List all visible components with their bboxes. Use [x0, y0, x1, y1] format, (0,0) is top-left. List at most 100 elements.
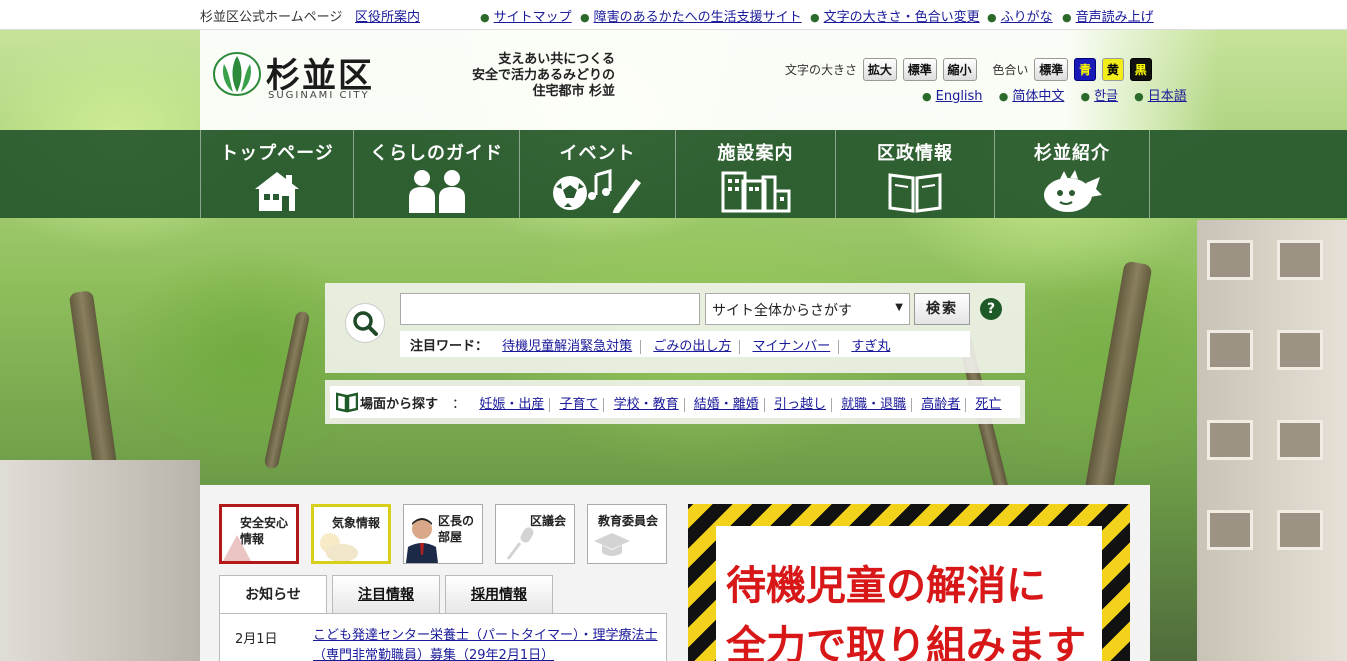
news-link[interactable]: こども発達センター栄養士（パートタイマー）・理学療法士（専門非常勤職員）募集（2…: [313, 626, 658, 661]
nav-living-guide[interactable]: くらしのガイド: [353, 130, 519, 218]
search-icon: [353, 311, 378, 336]
microphone-icon: [506, 527, 534, 560]
scene-link[interactable]: 結婚・離婚: [694, 397, 759, 412]
tab-featured[interactable]: 注目情報: [332, 575, 440, 615]
color-standard-button[interactable]: 標準: [1034, 58, 1069, 81]
banner-panel: 待機児童の解消に 全力で取り組みます: [716, 526, 1102, 661]
building-right: [1197, 220, 1347, 661]
scene-link[interactable]: 引っ越し: [774, 397, 826, 412]
nav-facilities[interactable]: 施設案内: [675, 130, 835, 218]
lang-korean-link[interactable]: 한글: [1094, 89, 1118, 104]
divider: [911, 397, 913, 412]
display-settings: 文字の大きさ 拡大 標準 縮小 色合い 標準 青 黄 黒: [785, 58, 1152, 81]
help-icon[interactable]: ?: [980, 298, 1002, 320]
search-input[interactable]: [400, 293, 700, 325]
global-nav: トップページ くらしのガイド イベント 施設案内 区政情報 杉並紹介: [0, 130, 1347, 218]
slogan-line: 住宅都市 杉並: [532, 84, 615, 99]
color-black-button[interactable]: 黒: [1129, 58, 1152, 81]
building-left: [0, 460, 200, 661]
nav-events[interactable]: イベント: [519, 130, 675, 218]
bullet-icon: ●: [1062, 11, 1072, 24]
hot-word-link[interactable]: マイナンバー: [752, 339, 830, 354]
scene-link[interactable]: 妊娠・出産: [479, 397, 544, 412]
nav-top-page[interactable]: トップページ: [200, 130, 353, 218]
furigana-link[interactable]: ふりがな: [1001, 10, 1053, 25]
childcare-banner[interactable]: 待機児童の解消に 全力で取り組みます: [688, 504, 1130, 661]
bullet-icon: ●: [1080, 90, 1091, 103]
nav-label: 区政情報: [877, 143, 953, 164]
site-label: 杉並区公式ホームページ: [200, 10, 343, 25]
lang-japanese-link[interactable]: 日本語: [1148, 89, 1187, 104]
scene-search-panel: 場面から探す ： 妊娠・出産 子育て 学校・教育 結婚・離婚 引っ越し 就職・退…: [325, 380, 1025, 424]
text-size-label: 文字の大きさ: [785, 63, 858, 77]
city-name-en: SUGINAMI CITY: [268, 90, 370, 101]
dropdown-arrow-icon: ▼: [895, 302, 903, 313]
divider: [830, 397, 832, 412]
mascot-icon: [1044, 170, 1102, 212]
scene-link[interactable]: 就職・退職: [841, 397, 906, 412]
divider: [838, 339, 840, 354]
quick-label: 教育委員会: [598, 514, 659, 528]
nav-label: くらしのガイド: [370, 143, 503, 164]
color-blue-button[interactable]: 青: [1074, 58, 1097, 81]
scene-link[interactable]: 死亡: [975, 397, 1001, 412]
assembly-button[interactable]: 区議会: [495, 504, 575, 564]
bullet-icon: ●: [580, 11, 590, 24]
nav-about-suginami[interactable]: 杉並紹介: [994, 130, 1150, 218]
bullet-icon: ●: [987, 11, 997, 24]
search-scope-select[interactable]: サイト全体からさがす ▼: [705, 293, 910, 325]
slogan-line: 安全で活力あるみどりの: [471, 68, 615, 83]
text-enlarge-button[interactable]: 拡大: [862, 58, 897, 81]
suginami-logo-icon[interactable]: [213, 50, 261, 96]
scene-link[interactable]: 子育て: [559, 397, 598, 412]
text-standard-button[interactable]: 標準: [902, 58, 937, 81]
nav-label: イベント: [559, 143, 636, 164]
office-guide-link[interactable]: 区役所案内: [355, 6, 420, 25]
color-label: 色合い: [992, 63, 1029, 77]
people-icon: [408, 170, 465, 213]
tab-label: 注目情報: [358, 587, 414, 603]
hot-words: 注目ワード： 待機児童解消緊急対策 ごみの出し方 マイナンバー すぎ丸: [400, 331, 970, 357]
main-content: 安全安心 情報 気象情報 区長の 部屋 区議会 教育委員会 お知らせ 注目情報 …: [200, 485, 1150, 661]
graduation-cap-icon: [594, 533, 630, 556]
nav-government-info[interactable]: 区政情報: [835, 130, 994, 218]
lang-english-link[interactable]: English: [936, 89, 983, 104]
hot-word-link[interactable]: ごみの出し方: [653, 339, 731, 354]
language-links: ● English ● 简体中文 ● 한글 ● 日本語: [910, 85, 1187, 104]
safety-info-button[interactable]: 安全安心 情報: [219, 504, 299, 564]
text-shrink-button[interactable]: 縮小: [942, 58, 977, 81]
education-board-button[interactable]: 教育委員会: [587, 504, 667, 564]
disability-site-link[interactable]: 障害のあるかたへの生活支援サイト: [594, 10, 802, 25]
buildings-icon: [721, 171, 790, 213]
top-utility-bar: 杉並区公式ホームページ 区役所案内 ● サイトマップ ● 障害のあるかたへの生活支援…: [0, 0, 1347, 30]
hot-word-link[interactable]: 待機児童解消緊急対策: [502, 339, 632, 354]
lang-chinese-link[interactable]: 简体中文: [1012, 89, 1064, 104]
colon: ：: [452, 397, 466, 412]
color-yellow-button[interactable]: 黄: [1101, 58, 1124, 81]
search-scope-value: サイト全体からさがす: [712, 303, 852, 319]
slogan-line: 支えあい共につくる: [498, 52, 615, 67]
search-button[interactable]: 検索: [914, 293, 970, 325]
mayor-room-button[interactable]: 区長の 部屋: [403, 504, 483, 564]
city-slogan: 支えあい共につくる 安全で活力あるみどりの 住宅都市 杉並: [390, 52, 615, 100]
divider: [739, 339, 741, 354]
text-size-color-link[interactable]: 文字の大きさ・色合い変更: [824, 10, 980, 25]
quick-label: 区長の: [438, 514, 475, 528]
bullet-icon: ●: [1134, 90, 1144, 103]
news-list: 2月1日 こども発達センター栄養士（パートタイマー）・理学療法士（専門非常勤職員…: [219, 613, 667, 661]
weather-icon: [320, 533, 358, 561]
nav-label: 施設案内: [717, 143, 794, 164]
open-book-icon: [336, 392, 358, 413]
quick-label: 安全安心: [240, 516, 289, 530]
hot-word-link[interactable]: すぎ丸: [851, 339, 890, 354]
tab-news[interactable]: お知らせ: [219, 575, 327, 616]
scene-link[interactable]: 高齢者: [921, 397, 960, 412]
book-icon: [888, 173, 942, 213]
weather-info-button[interactable]: 気象情報: [311, 504, 391, 564]
read-aloud-link[interactable]: 音声読み上げ: [1076, 10, 1154, 25]
sitemap-link[interactable]: サイトマップ: [494, 10, 572, 25]
tab-recruitment[interactable]: 採用情報: [445, 575, 553, 615]
banner-line: 全力で取り組みます: [726, 622, 1086, 661]
search-panel: サイト全体からさがす ▼ 検索 ? 注目ワード： 待機児童解消緊急対策 ごみの出…: [325, 283, 1025, 373]
scene-link[interactable]: 学校・教育: [614, 397, 679, 412]
